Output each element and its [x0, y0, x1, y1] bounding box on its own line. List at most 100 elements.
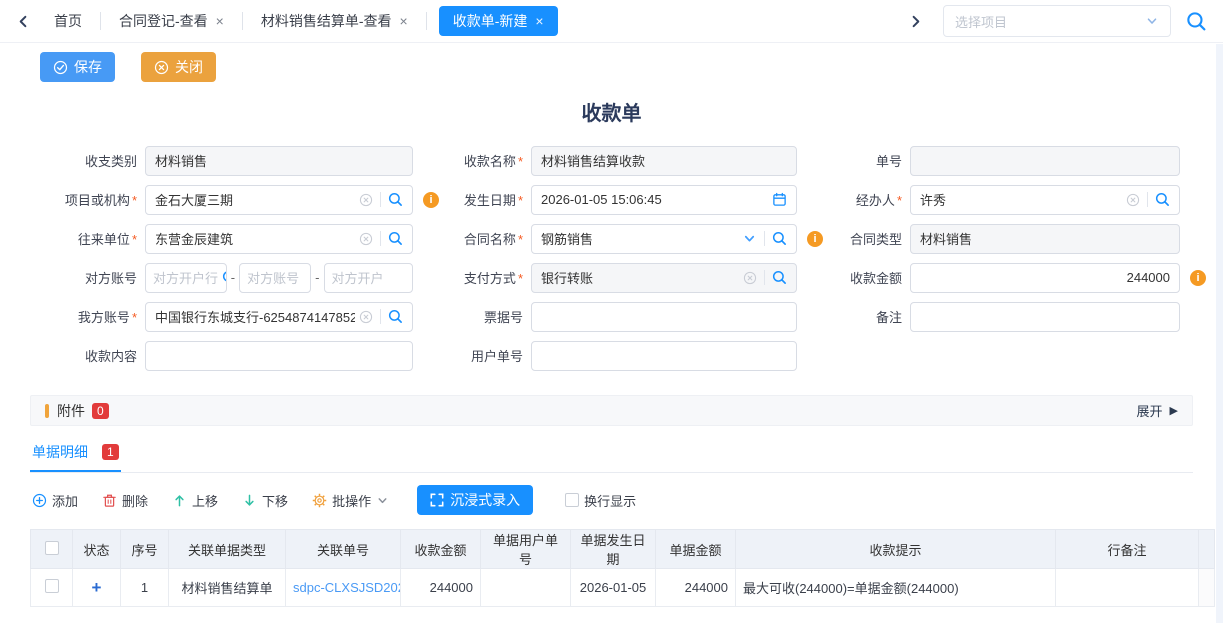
col-doc-no: 关联单号	[286, 530, 401, 569]
global-search-icon[interactable]	[1186, 11, 1207, 32]
search-icon[interactable]	[380, 192, 403, 207]
remark-field[interactable]	[910, 302, 1180, 332]
info-icon[interactable]: i	[807, 231, 823, 247]
immersive-entry-button[interactable]: 沉浸式录入	[417, 485, 533, 515]
occur-date-field[interactable]: 2026-01-05 15:06:45	[531, 185, 797, 215]
handler-field[interactable]: 许秀	[910, 185, 1180, 215]
counterparty-field[interactable]: 东营金辰建筑	[145, 224, 413, 254]
clear-icon[interactable]	[359, 193, 373, 207]
payment-method-label: 支付方式*	[413, 268, 531, 287]
table-scrollbar[interactable]	[1199, 530, 1215, 569]
table-row: + 1 材料销售结算单 sdpc-CLXSJSD20260105 244000 …	[31, 569, 1215, 607]
section-marker-icon	[45, 404, 49, 418]
col-seq: 序号	[121, 530, 169, 569]
counter-account-input[interactable]: 对方账号	[239, 263, 311, 293]
chevron-down-icon	[1145, 14, 1159, 28]
doc-no-link[interactable]: sdpc-CLXSJSD20260105	[293, 580, 401, 595]
clear-icon[interactable]	[359, 310, 373, 324]
col-amount: 收款金额	[401, 530, 481, 569]
col-row-remark: 行备注	[1056, 530, 1199, 569]
user-doc-no-field[interactable]	[531, 341, 797, 371]
table-scrollbar[interactable]	[1199, 569, 1215, 607]
delete-row-button[interactable]: 删除	[102, 491, 148, 510]
row-amount-cell[interactable]: 244000	[401, 569, 481, 607]
page-scrollbar[interactable]	[1216, 44, 1223, 623]
search-icon[interactable]	[1147, 192, 1170, 207]
tabs-scroll-left-icon[interactable]	[10, 6, 36, 36]
move-up-button[interactable]: 上移	[172, 491, 218, 510]
tab-settlement-view[interactable]: 材料销售结算单-查看×	[243, 6, 426, 36]
row-remark-cell[interactable]	[1056, 569, 1199, 607]
receipt-amount-field[interactable]: 244000	[910, 263, 1180, 293]
col-doc-amount: 单据金额	[656, 530, 736, 569]
bill-no-field[interactable]	[531, 302, 797, 332]
clear-icon[interactable]	[1126, 193, 1140, 207]
col-status: 状态	[73, 530, 121, 569]
detail-table: 状态 序号 关联单据类型 关联单号 收款金额 单据用户单号 单据发生日期 单据金…	[30, 529, 1215, 607]
clear-icon[interactable]	[743, 271, 757, 285]
frame-corners-icon	[430, 493, 444, 507]
counter-branch-input[interactable]: 对方开户	[324, 263, 413, 293]
tab-doc-detail[interactable]: 单据明细 1	[30, 442, 121, 472]
tabs-scroll-right-icon[interactable]	[902, 6, 928, 36]
x-circle-icon	[154, 60, 169, 75]
income-type-label: 收支类别	[30, 151, 145, 170]
my-account-field[interactable]: 中国银行东城支行-6254874147852-刘.	[145, 302, 413, 332]
receipt-content-field[interactable]	[145, 341, 413, 371]
receipt-content-label: 收款内容	[30, 346, 145, 365]
tab-receipt-new[interactable]: 收款单-新建×	[439, 6, 558, 36]
check-circle-icon	[53, 60, 68, 75]
contract-name-field[interactable]: 钢筋销售	[531, 224, 797, 254]
payment-method-field[interactable]: 银行转账	[531, 263, 797, 293]
bill-no-label: 票据号	[413, 307, 531, 326]
tab-close-icon[interactable]: ×	[216, 13, 224, 29]
doc-no-field	[910, 146, 1180, 176]
move-down-button[interactable]: 下移	[242, 491, 288, 510]
row-doc-type-cell: 材料销售结算单	[169, 569, 286, 607]
checkbox[interactable]	[565, 493, 579, 507]
chevron-down-icon[interactable]	[742, 231, 757, 246]
search-icon[interactable]	[380, 231, 403, 246]
tab-contract-view[interactable]: 合同登记-查看×	[101, 6, 242, 36]
tab-home[interactable]: 首页	[36, 6, 100, 36]
col-doc-type: 关联单据类型	[169, 530, 286, 569]
calendar-icon[interactable]	[772, 192, 787, 207]
batch-operation-button[interactable]: 批操作	[312, 491, 389, 510]
row-date-cell: 2026-01-05	[571, 569, 656, 607]
counterparty-label: 往来单位*	[30, 229, 145, 248]
search-icon[interactable]	[380, 309, 403, 324]
handler-label: 经办人*	[797, 190, 910, 209]
detail-count-badge: 1	[102, 444, 119, 460]
row-checkbox[interactable]	[45, 579, 59, 593]
wrap-display-toggle[interactable]: 换行显示	[565, 491, 636, 510]
tab-close-icon[interactable]: ×	[535, 13, 543, 29]
project-field[interactable]: 金石大厦三期	[145, 185, 413, 215]
row-user-doc-no-cell[interactable]	[481, 569, 571, 607]
receipt-name-label: 收款名称*	[413, 151, 531, 170]
search-icon[interactable]	[764, 270, 787, 285]
save-button[interactable]: 保存	[40, 52, 115, 82]
info-icon[interactable]: i	[423, 192, 439, 208]
detail-tabs: 单据明细 1	[30, 442, 1193, 473]
counter-bank-input[interactable]: 对方开户行	[145, 263, 227, 293]
project-label: 项目或机构*	[30, 190, 145, 209]
close-button[interactable]: 关闭	[141, 52, 216, 82]
arrow-up-icon	[172, 493, 187, 508]
page-title: 收款单	[0, 97, 1223, 126]
user-doc-no-label: 用户单号	[413, 346, 531, 365]
expand-button[interactable]: 展开 ▶	[1137, 401, 1178, 420]
tab-close-icon[interactable]: ×	[400, 13, 408, 29]
info-icon[interactable]: i	[1190, 270, 1206, 286]
income-type-field: 材料销售	[145, 146, 413, 176]
plus-circle-icon	[32, 493, 47, 508]
search-icon[interactable]	[218, 270, 227, 285]
attachments-label: 附件	[57, 401, 85, 421]
search-icon[interactable]	[764, 231, 787, 246]
add-row-button[interactable]: 添加	[32, 491, 78, 510]
arrow-down-icon	[242, 493, 257, 508]
action-toolbar: 保存 关闭	[40, 52, 1223, 82]
select-all-checkbox[interactable]	[45, 541, 59, 555]
project-select[interactable]: 选择项目	[943, 5, 1171, 37]
row-seq-cell: 1	[121, 569, 169, 607]
clear-icon[interactable]	[359, 232, 373, 246]
